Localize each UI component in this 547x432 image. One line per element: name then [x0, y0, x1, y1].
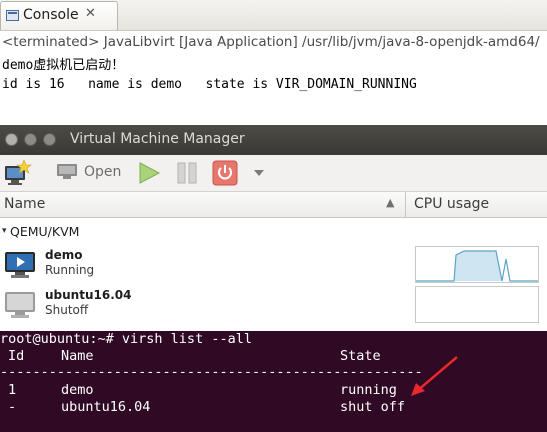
table-cell-name: demo	[61, 382, 94, 398]
vm-state: Running	[45, 263, 95, 277]
column-header-cpu[interactable]: CPU usage	[406, 192, 547, 218]
chevron-down-icon	[254, 170, 264, 176]
cpu-usage-sparkline	[416, 250, 538, 282]
window-titlebar: Virtual Machine Manager	[0, 125, 547, 155]
table-cell-state: shut off	[340, 399, 406, 415]
window-maximize-button[interactable]	[43, 133, 56, 146]
cpu-usage-graph	[415, 246, 539, 283]
pause-icon	[177, 162, 197, 184]
toolbar: Open	[0, 155, 547, 191]
window-close-button[interactable]	[5, 133, 18, 146]
terminal-window: root@ubuntu:~# virsh list --all Id Name …	[0, 331, 547, 432]
power-icon	[212, 160, 238, 186]
run-button[interactable]	[137, 161, 161, 185]
new-vm-button[interactable]	[2, 158, 32, 188]
table-header-state: State	[340, 348, 381, 364]
virtual-machine-manager-window: Virtual Machine Manager Open Name ▲ CPU …	[0, 125, 547, 332]
console-icon	[6, 10, 19, 21]
shutdown-options-dropdown[interactable]	[252, 165, 266, 179]
vm-row-demo[interactable]: demo Running	[0, 246, 547, 286]
table-separator: ----------------------------------------…	[0, 364, 423, 380]
monitor-icon	[57, 164, 77, 179]
console-view: Console ✕ <terminated> JavaLibvirt [Java…	[0, 0, 547, 125]
connection-label: QEMU/KVM	[10, 224, 80, 239]
new-vm-icon	[5, 159, 32, 185]
open-label: Open	[84, 164, 122, 180]
console-output-line: id is 16 name is demo state is VIR_DOMAI…	[2, 77, 417, 92]
table-header-id: Id	[8, 348, 25, 364]
column-header-cpu-label: CPU usage	[414, 196, 490, 212]
shutdown-button[interactable]	[212, 160, 238, 186]
window-title: Virtual Machine Manager	[70, 131, 245, 147]
monitor-running-icon	[5, 252, 35, 278]
tab-console[interactable]: Console ✕	[0, 1, 118, 30]
vm-name: demo	[45, 248, 83, 262]
table-cell-id: -	[8, 399, 17, 415]
monitor-off-icon	[5, 292, 35, 318]
play-icon	[139, 162, 161, 184]
vm-row-ubuntu[interactable]: ubuntu16.04 Shutoff	[0, 286, 547, 326]
console-tab-label: Console	[23, 7, 79, 23]
column-header-name[interactable]: Name ▲	[0, 192, 406, 218]
table-header-name: Name	[61, 348, 94, 364]
window-minimize-button[interactable]	[24, 133, 37, 146]
table-cell-state: running	[340, 382, 397, 398]
cpu-usage-graph	[415, 286, 539, 323]
column-header-name-label: Name	[4, 196, 46, 212]
expander-arrow-icon[interactable]: ▾	[2, 226, 7, 236]
table-cell-name: ubuntu16.04	[61, 399, 151, 415]
vm-state: Shutoff	[45, 303, 89, 317]
pause-button[interactable]	[175, 161, 199, 185]
console-status-line: <terminated> JavaLibvirt [Java Applicati…	[2, 34, 540, 50]
connection-group-row[interactable]: ▾ QEMU/KVM	[0, 218, 547, 246]
annotation-arrow-icon	[411, 356, 458, 396]
close-icon[interactable]: ✕	[85, 6, 96, 21]
terminal-command-line: root@ubuntu:~# virsh list --all	[0, 331, 252, 347]
table-cell-id: 1	[8, 382, 17, 398]
open-button[interactable]: Open	[52, 158, 130, 188]
vm-name: ubuntu16.04	[45, 288, 132, 302]
console-output-line: demo虚拟机已启动！	[2, 58, 125, 73]
console-tab-bar: Console ✕	[0, 0, 547, 31]
vm-list: Name ▲ CPU usage ▾ QEMU/KVM demo Running	[0, 191, 547, 332]
sort-ascending-icon: ▲	[386, 196, 395, 209]
